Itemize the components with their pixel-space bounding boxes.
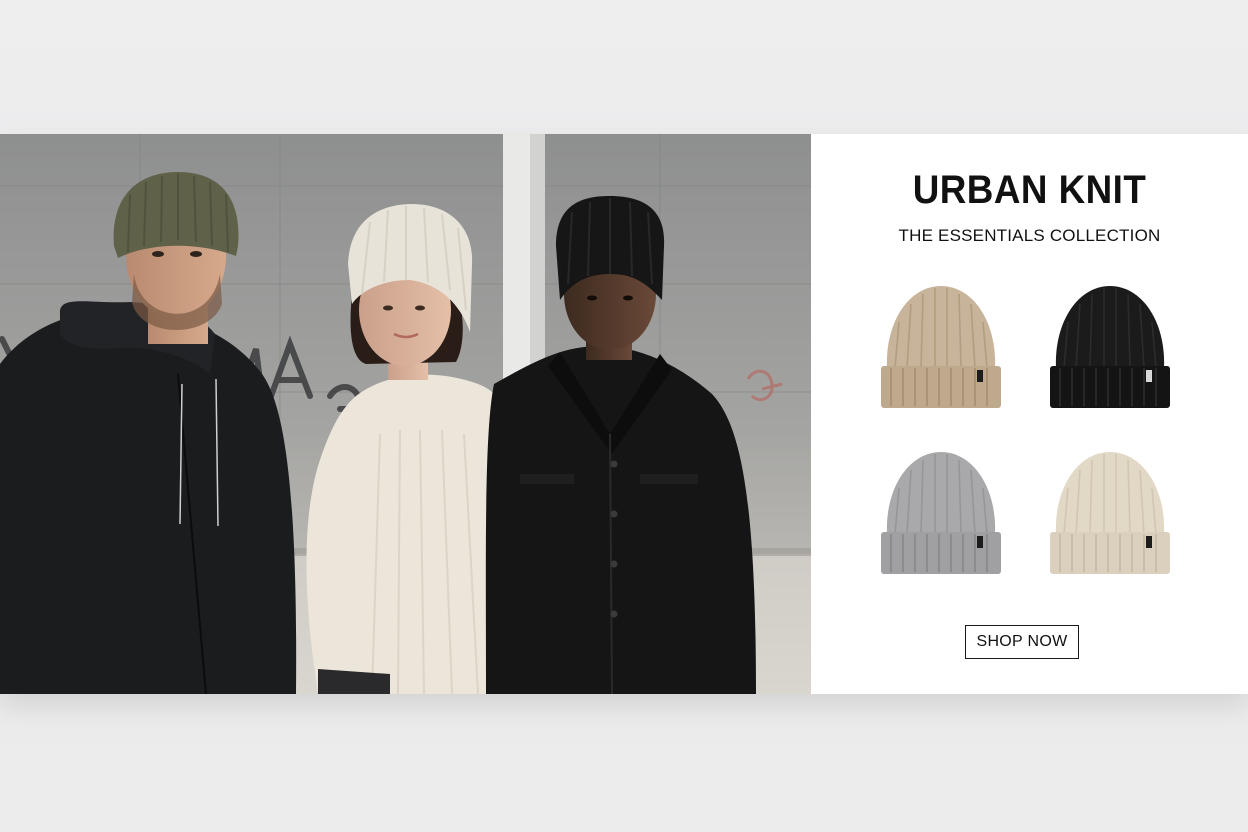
product-beanie-tan[interactable] xyxy=(879,282,1003,412)
product-beanie-black[interactable] xyxy=(1048,282,1172,412)
product-beanie-cream[interactable] xyxy=(1048,448,1172,578)
product-grid xyxy=(811,282,1248,582)
product-panel: URBAN KNIT THE ESSENTIALS COLLECTION SHO… xyxy=(811,134,1248,694)
beanie-grey-image xyxy=(881,452,1001,574)
beanie-tan-image xyxy=(881,286,1001,408)
promo-banner: URBAN KNIT THE ESSENTIALS COLLECTION SHO… xyxy=(0,134,1248,694)
beanie-black-image xyxy=(1050,286,1170,408)
beanie-cream-image xyxy=(1050,452,1170,574)
shop-now-button[interactable]: SHOP NOW xyxy=(965,625,1079,659)
brand-title: URBAN KNIT xyxy=(912,168,1147,212)
page-background: URBAN KNIT THE ESSENTIALS COLLECTION SHO… xyxy=(0,0,1248,832)
product-beanie-grey[interactable] xyxy=(879,448,1003,578)
collection-subtitle: THE ESSENTIALS COLLECTION xyxy=(898,226,1161,245)
hero-photo xyxy=(0,134,811,694)
